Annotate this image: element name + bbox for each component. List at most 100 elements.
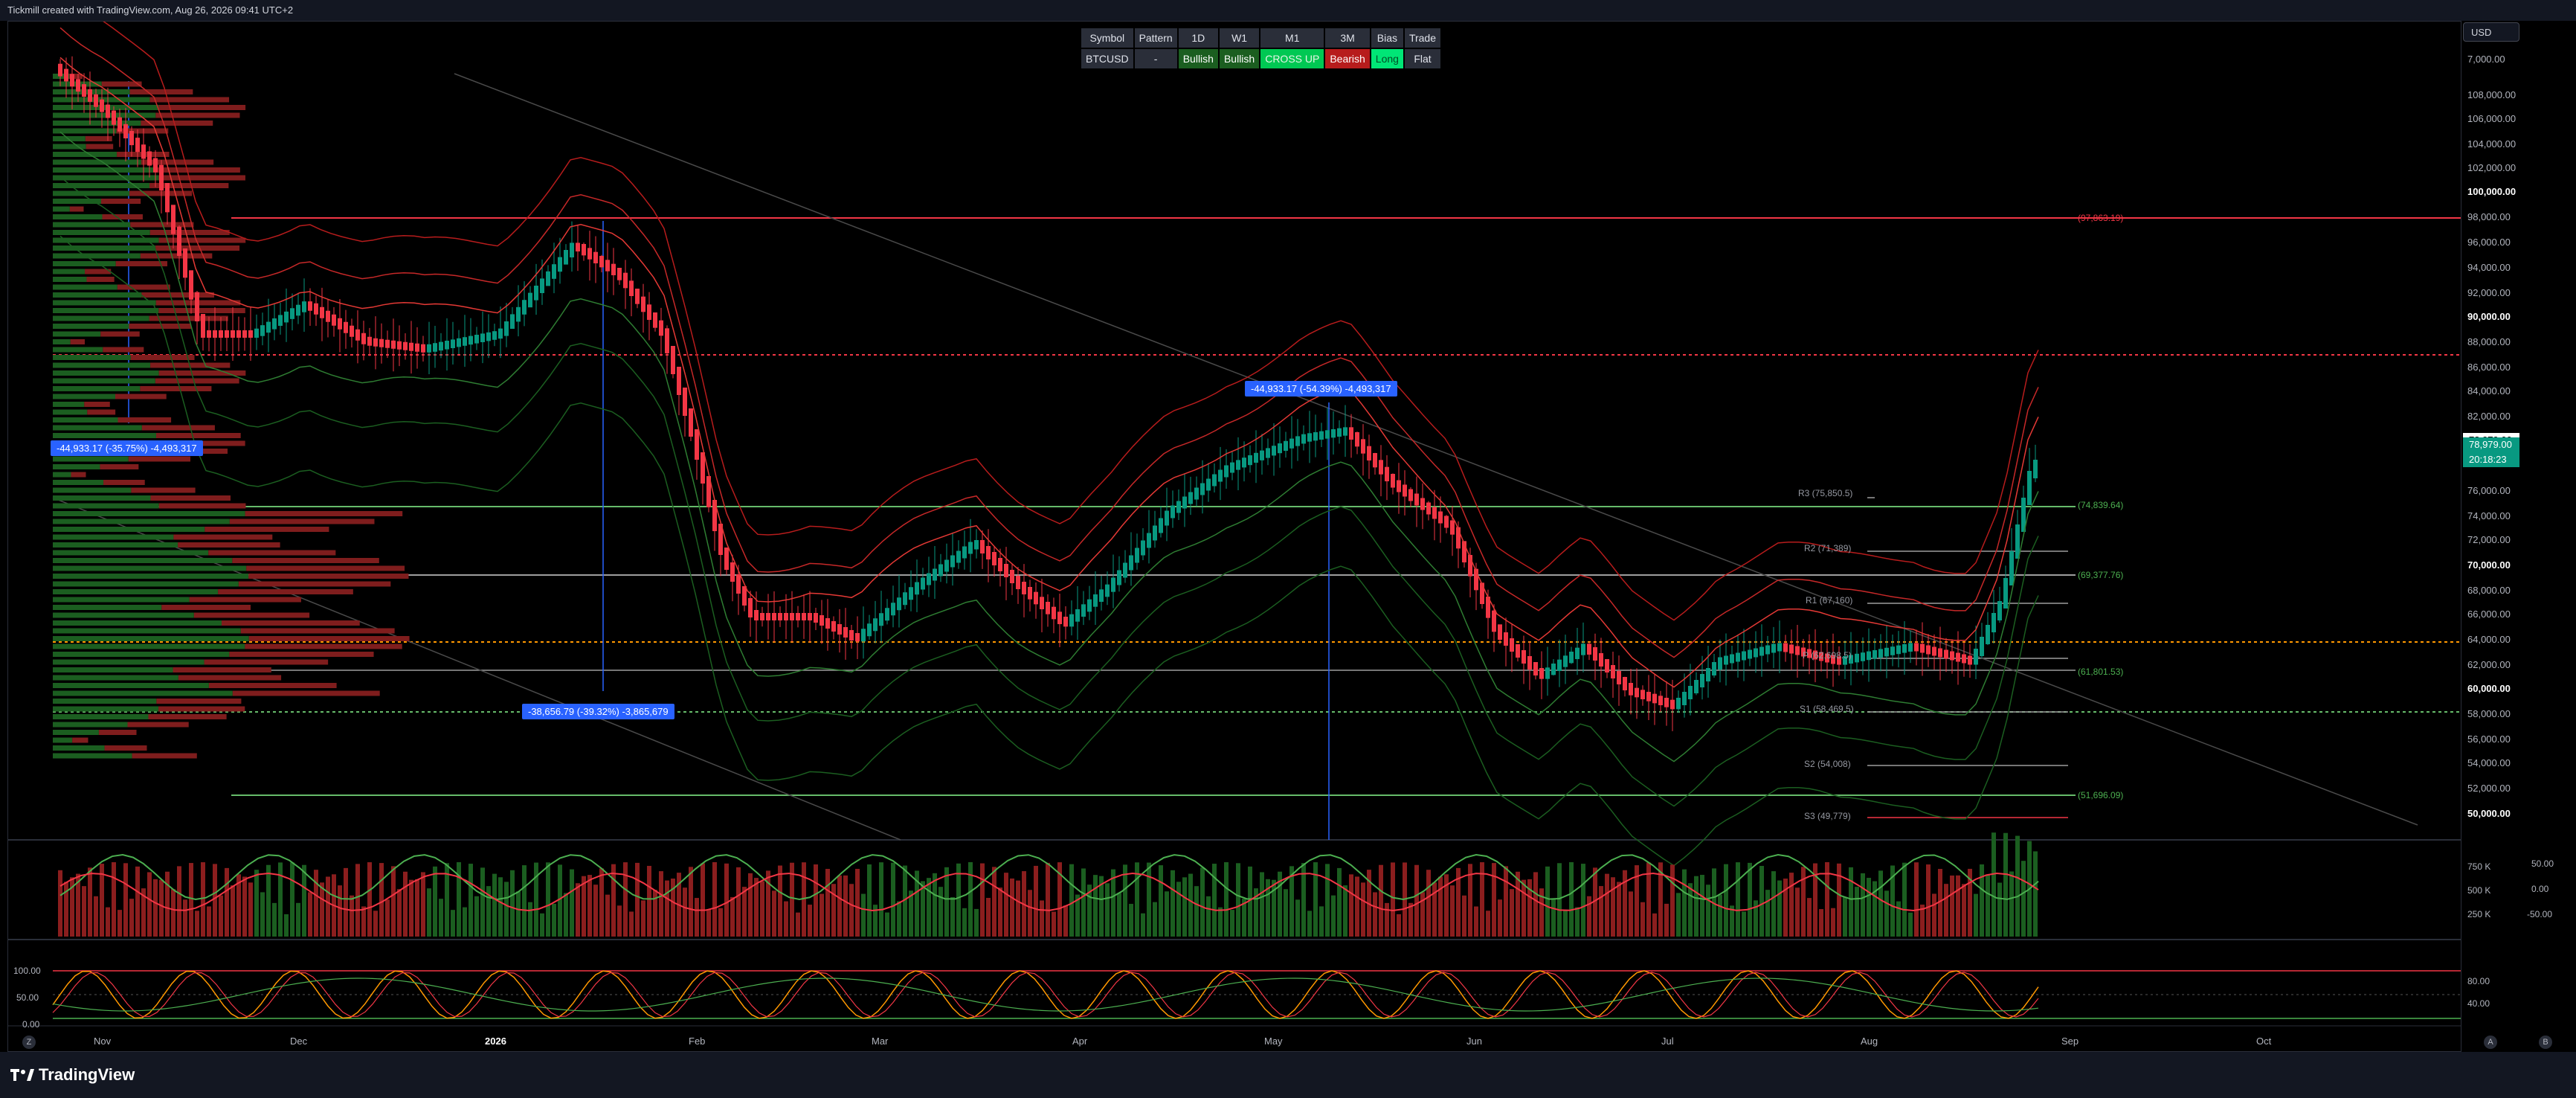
- candle-body: [391, 340, 396, 349]
- volume-bar: [1414, 864, 1419, 937]
- volume-bar: [1016, 880, 1020, 937]
- status-table: Symbol Pattern 1D W1 M1 3M Bias Trade BT…: [1080, 27, 1443, 70]
- volume-profile-bar: [53, 636, 249, 641]
- candle-body: [1379, 460, 1383, 475]
- volume-profile-bar: [53, 128, 117, 134]
- volume-profile-bar: [158, 308, 245, 313]
- candle-body: [415, 343, 419, 352]
- volume-bar: [1944, 884, 1948, 937]
- candle-body: [534, 286, 538, 301]
- zoom-reset-button[interactable]: Z: [22, 1036, 36, 1049]
- tradingview-logo[interactable]: TradingView: [10, 1065, 135, 1085]
- candle-body: [1908, 643, 1913, 652]
- volume-bar: [1361, 882, 1365, 937]
- volume-bar: [1325, 864, 1330, 937]
- volume-profile-bar: [178, 542, 280, 548]
- volume-bar: [1391, 862, 1395, 937]
- volume-bar: [1307, 911, 1312, 937]
- volume-bar: [1873, 881, 1877, 937]
- candle-body: [1218, 469, 1223, 482]
- volume-bar: [933, 873, 937, 937]
- volume-profile-bar: [53, 527, 205, 532]
- volume-bar: [623, 862, 628, 937]
- volume-bar: [718, 908, 723, 937]
- candle-body: [576, 243, 580, 251]
- candle-body: [498, 328, 503, 339]
- volume-bar: [1819, 909, 1823, 937]
- candle-body: [677, 367, 681, 395]
- chart-frame[interactable]: [7, 0, 2461, 1052]
- volume-profile-bar: [53, 699, 157, 704]
- volume-bar: [135, 866, 140, 937]
- price-axis-label: 90,000.00: [2467, 311, 2511, 322]
- candle-body: [1171, 505, 1175, 518]
- volume-bar: [159, 879, 164, 937]
- price-axis-label: 88,000.00: [2467, 336, 2511, 347]
- candle-body: [225, 330, 229, 338]
- candle-body: [320, 306, 324, 318]
- candle-body: [468, 336, 473, 345]
- volume-bar: [498, 877, 503, 937]
- volume-profile-bar: [161, 605, 251, 610]
- candle-body: [1533, 662, 1538, 675]
- volume-bar: [1599, 886, 1603, 937]
- candle-body: [825, 618, 830, 629]
- candle-body: [1450, 520, 1455, 535]
- range-callout-1[interactable]: -44,933.17 (-35.75%) -4,493,317: [51, 440, 203, 456]
- volume-profile-bar: [193, 612, 310, 618]
- volume-bar: [1991, 832, 1996, 937]
- volume-bar: [439, 899, 443, 937]
- volume-profile-bar: [53, 659, 205, 665]
- candle-body: [439, 341, 443, 351]
- volume-profile-bar: [140, 386, 212, 391]
- candle-body: [1944, 649, 1948, 659]
- volume-profile-bar: [98, 730, 137, 735]
- volume-bar: [1486, 911, 1490, 937]
- volume-bar: [593, 884, 598, 937]
- candle-body: [587, 248, 592, 260]
- auto-scale-button[interactable]: A: [2484, 1036, 2497, 1049]
- candle-body: [1099, 589, 1104, 602]
- volume-bar: [1908, 912, 1913, 937]
- candle-body: [1926, 645, 1931, 655]
- status-header-row: Symbol Pattern 1D W1 M1 3M Bias Trade: [1081, 28, 1441, 48]
- candle-body: [956, 550, 961, 563]
- candle-body: [1147, 533, 1151, 548]
- range-callout-3[interactable]: -44,933.17 (-54.39%) -4,493,317: [1245, 381, 1397, 396]
- volume-profile-bar: [53, 667, 173, 672]
- volume-profile-bar: [53, 706, 159, 712]
- candle-body: [1492, 610, 1496, 632]
- candle-body: [379, 338, 384, 347]
- settings-scale-button[interactable]: B: [2539, 1036, 2552, 1049]
- volume-bar: [897, 901, 901, 937]
- candle-body: [1414, 493, 1419, 506]
- volume-bar: [1795, 887, 1800, 937]
- volume-profile-bar: [53, 643, 245, 649]
- candle-body: [1956, 652, 1960, 662]
- volume-bar: [1783, 879, 1788, 937]
- candle-body: [820, 615, 824, 626]
- candle-body: [742, 586, 747, 606]
- candle-body: [843, 627, 848, 638]
- volume-bar: [760, 881, 764, 937]
- candle-body: [790, 613, 794, 620]
- candle-body: [1325, 430, 1330, 439]
- time-label-dec: Dec: [290, 1036, 308, 1047]
- candle-body: [451, 339, 455, 348]
- candle-body: [260, 325, 265, 336]
- price-axis-label: 108,000.00: [2467, 89, 2517, 100]
- chart-credit: Tickmill created with TradingView.com, A…: [7, 4, 294, 16]
- volume-bar: [587, 875, 592, 937]
- range-callout-2[interactable]: -38,656.79 (-39.32%) -3,865,679: [522, 704, 674, 719]
- volume-bar: [730, 896, 735, 937]
- price-axis-label: 82,000.00: [2467, 411, 2511, 422]
- volume-profile-bar: [69, 206, 84, 212]
- candle-body: [1759, 646, 1764, 656]
- candle-body: [1349, 427, 1353, 440]
- price-chart[interactable]: [8, 0, 2461, 1051]
- candle-body: [1278, 443, 1282, 454]
- candle-body: [1165, 510, 1169, 526]
- currency-selector[interactable]: USD: [2463, 22, 2519, 42]
- volume-bar: [1843, 896, 1847, 937]
- candle-body: [355, 329, 360, 341]
